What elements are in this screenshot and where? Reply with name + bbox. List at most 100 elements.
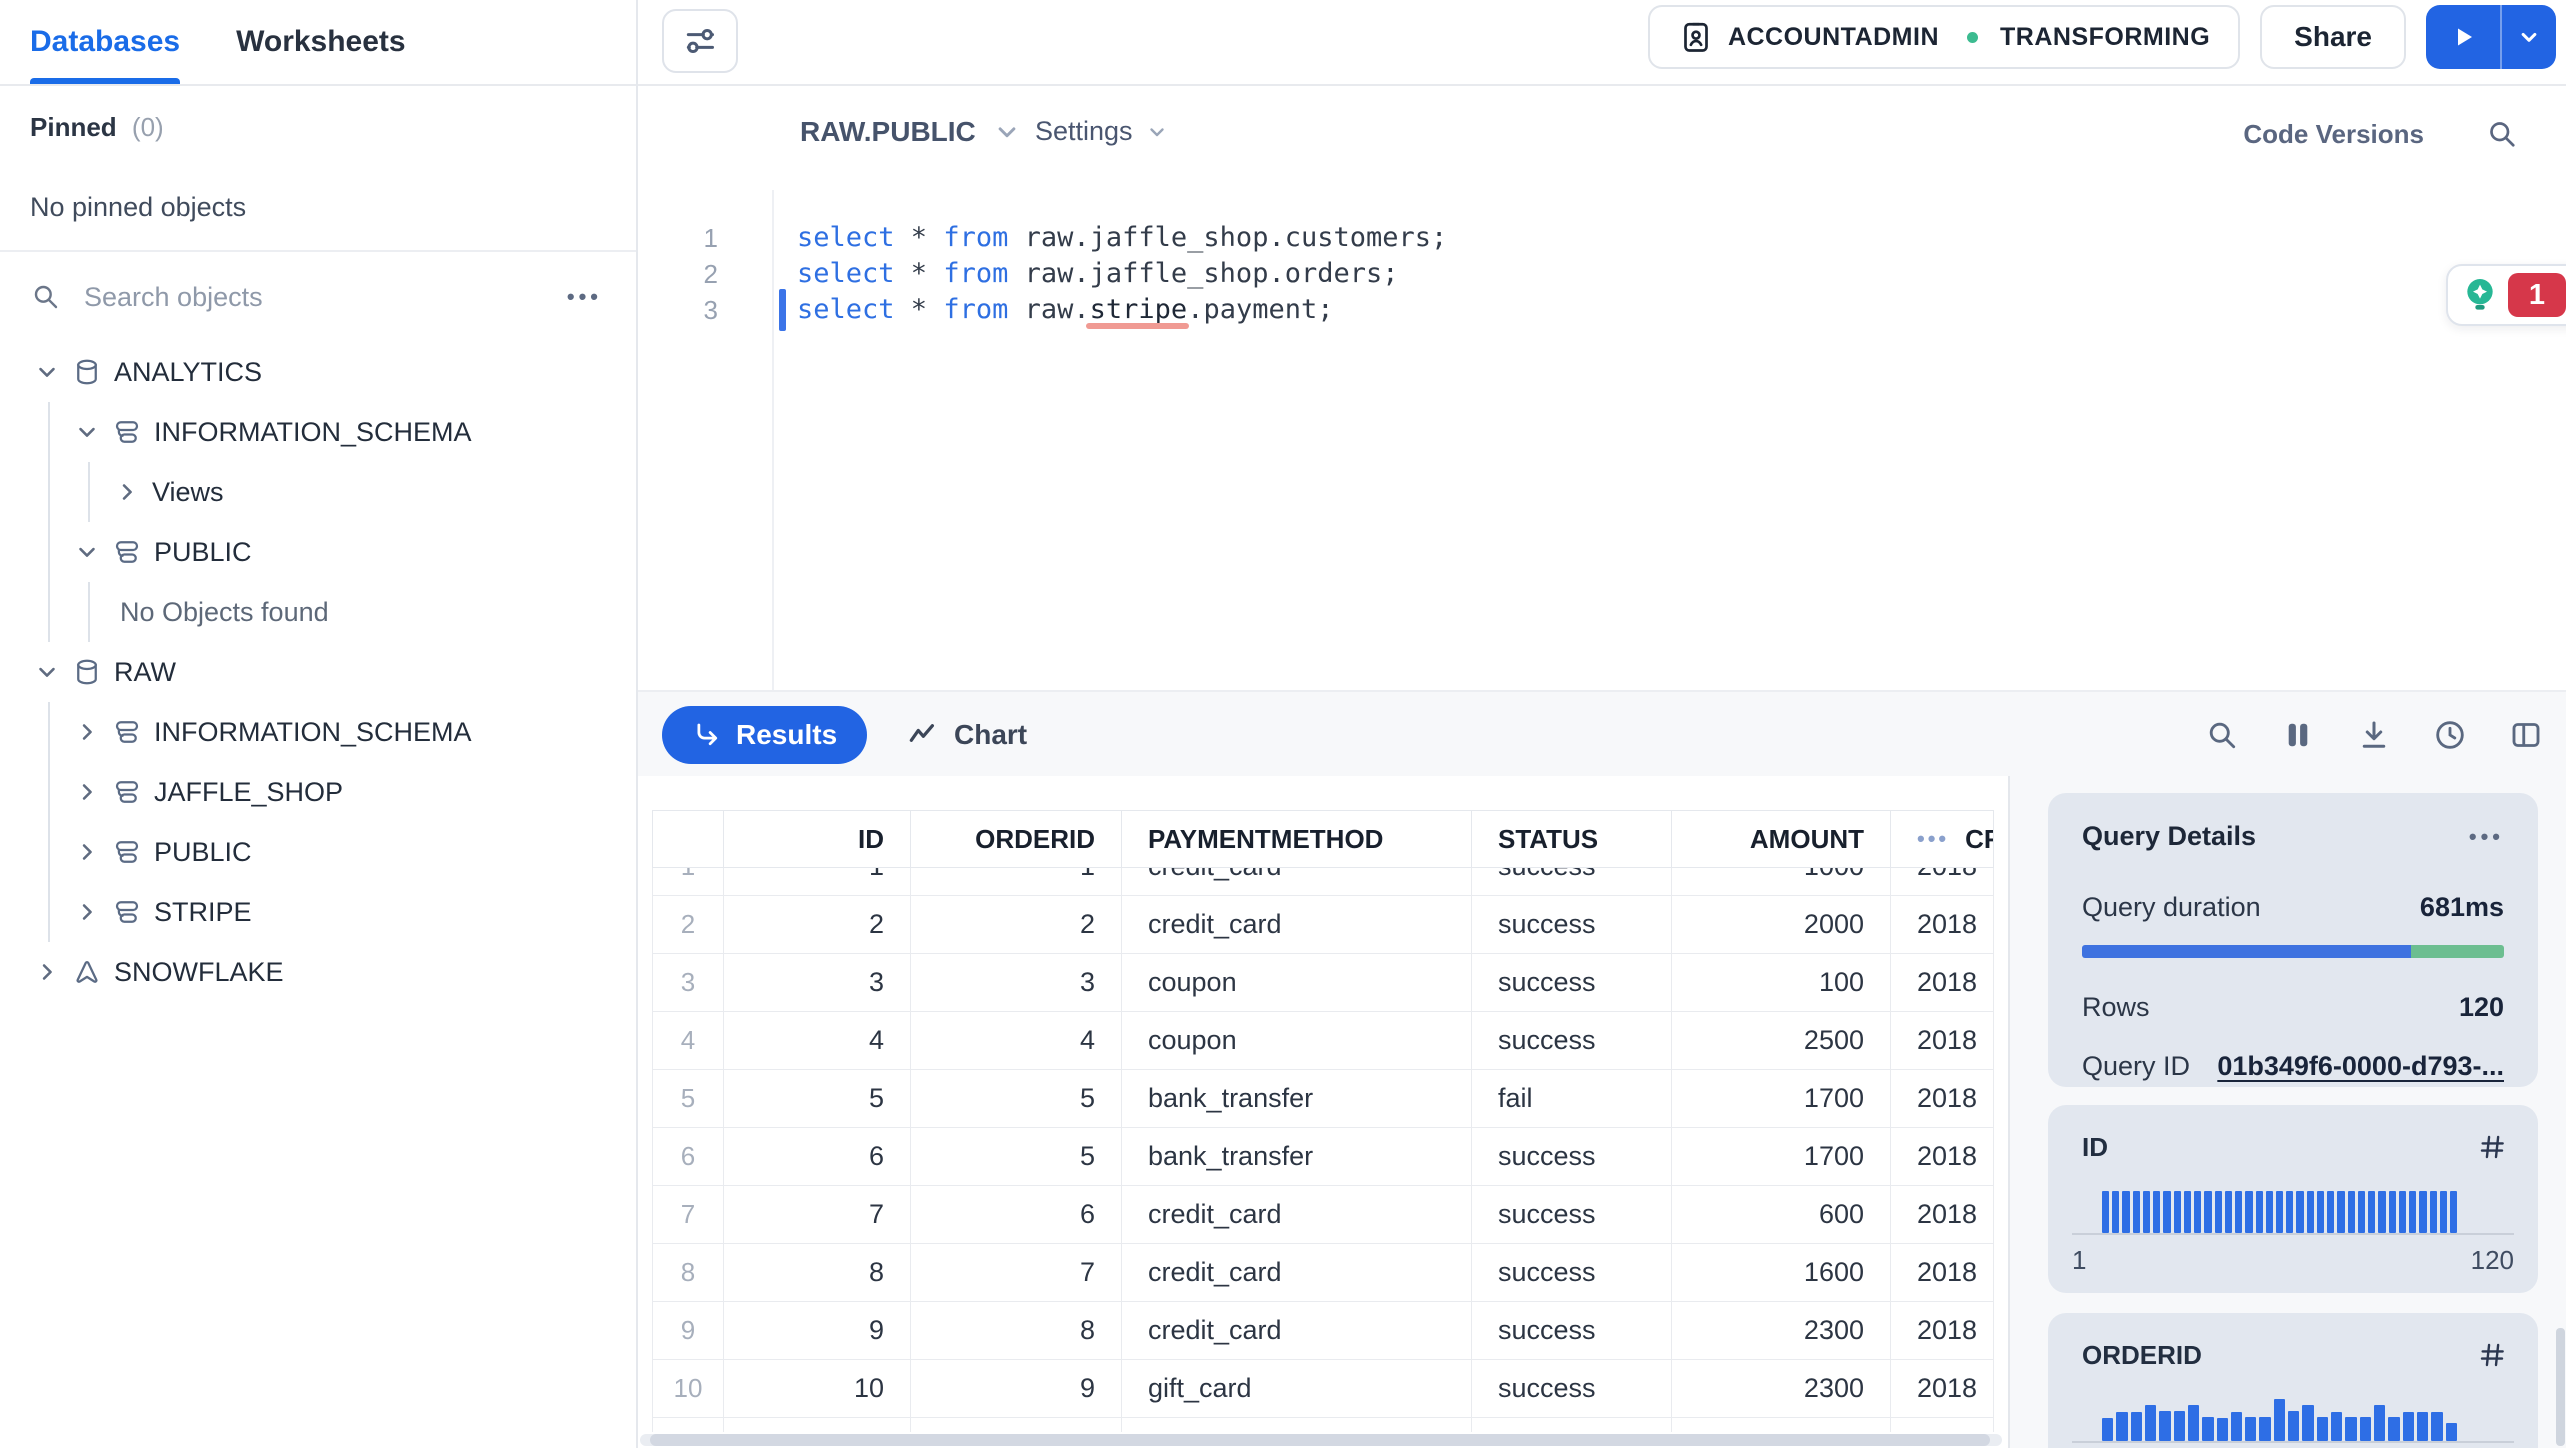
cell[interactable]: 1700 bbox=[1672, 1070, 1891, 1128]
cell[interactable]: credit_card bbox=[1122, 896, 1472, 954]
cell[interactable]: bank_transfer bbox=[1122, 1070, 1472, 1128]
column-header-orderid[interactable]: ORDERID bbox=[911, 810, 1122, 868]
tree-item-public[interactable]: PUBLIC bbox=[0, 822, 636, 882]
column-menu-icon[interactable]: ••• bbox=[1917, 811, 1949, 867]
tree-item-raw[interactable]: RAW bbox=[0, 642, 636, 702]
tree-item-stripe[interactable]: STRIPE bbox=[0, 882, 636, 942]
cell[interactable] bbox=[1891, 1418, 1994, 1432]
row-number[interactable]: 1 bbox=[652, 868, 724, 896]
cell[interactable]: success bbox=[1472, 954, 1672, 1012]
cell[interactable]: 2018 bbox=[1891, 896, 1994, 954]
cell[interactable]: gift_card bbox=[1122, 1360, 1472, 1418]
row-number[interactable]: 7 bbox=[652, 1186, 724, 1244]
row-number[interactable]: 10 bbox=[652, 1360, 724, 1418]
code-versions-button[interactable]: Code Versions bbox=[2243, 119, 2424, 150]
editor-search-button[interactable] bbox=[2484, 116, 2520, 152]
cell[interactable]: 2018 bbox=[1891, 1012, 1994, 1070]
table-row[interactable]: 2 2 2 credit_card success 2000 2018 bbox=[652, 896, 1994, 954]
cell[interactable]: 9 bbox=[911, 1360, 1122, 1418]
cell[interactable]: credit_card bbox=[1122, 1244, 1472, 1302]
cell[interactable]: coupon bbox=[1122, 954, 1472, 1012]
cell[interactable]: fail bbox=[1472, 1070, 1672, 1128]
cell[interactable]: credit_card bbox=[1122, 1302, 1472, 1360]
tree-item-views[interactable]: Views bbox=[0, 462, 636, 522]
cell[interactable]: 6 bbox=[911, 1186, 1122, 1244]
column-header-created[interactable]: •••CREATED bbox=[1891, 810, 1994, 868]
cell[interactable]: 8 bbox=[724, 1244, 911, 1302]
row-number[interactable]: 8 bbox=[652, 1244, 724, 1302]
cell[interactable]: 9 bbox=[724, 1302, 911, 1360]
vertical-scrollbar-thumb[interactable] bbox=[2556, 1328, 2565, 1446]
query-history-button[interactable] bbox=[2432, 717, 2468, 753]
hash-icon[interactable] bbox=[2476, 1339, 2508, 1371]
cell[interactable]: 2018 bbox=[1891, 1128, 1994, 1186]
cell[interactable]: success bbox=[1472, 868, 1672, 896]
cell[interactable] bbox=[724, 1418, 911, 1432]
cell[interactable]: 5 bbox=[911, 1128, 1122, 1186]
cell[interactable]: 2500 bbox=[1672, 1012, 1891, 1070]
table-row[interactable]: 8 8 7 credit_card success 1600 2018 bbox=[652, 1244, 1994, 1302]
cell[interactable]: 2018 bbox=[1891, 1244, 1994, 1302]
tree-item-analytics[interactable]: ANALYTICS bbox=[0, 342, 636, 402]
chevron-right-icon[interactable] bbox=[34, 959, 60, 985]
code-line[interactable]: 1 select * from raw.jaffle_shop.customers… bbox=[638, 220, 2566, 256]
cell[interactable]: 2018 bbox=[1891, 954, 1994, 1012]
chevron-down-icon[interactable] bbox=[74, 419, 100, 445]
cell[interactable]: bank_transfer bbox=[1122, 1128, 1472, 1186]
tree-item-snowflake[interactable]: SNOWFLAKE bbox=[0, 942, 636, 1002]
column-header-id[interactable]: ID bbox=[724, 810, 911, 868]
query-id-link[interactable]: 01b349f6-0000-d793-... bbox=[2217, 1051, 2504, 1082]
cell[interactable]: credit_card bbox=[1122, 1186, 1472, 1244]
tree-item-public[interactable]: PUBLIC bbox=[0, 522, 636, 582]
cell[interactable]: 2300 bbox=[1672, 1360, 1891, 1418]
cell[interactable]: credit_card bbox=[1122, 868, 1472, 896]
role-warehouse-selector[interactable]: ACCOUNTADMIN TRANSFORMING bbox=[1647, 5, 2241, 69]
chevron-right-icon[interactable] bbox=[74, 899, 100, 925]
tree-item-information_schema[interactable]: INFORMATION_SCHEMA bbox=[0, 402, 636, 462]
cell[interactable]: 2 bbox=[724, 896, 911, 954]
cell[interactable]: 2018 bbox=[1891, 868, 1994, 896]
query-details-menu-icon[interactable]: ••• bbox=[2469, 824, 2504, 850]
sql-editor[interactable]: 1 select * from raw.jaffle_shop.customers… bbox=[638, 190, 2566, 690]
cell[interactable]: 5 bbox=[724, 1070, 911, 1128]
column-header-paymentmethod[interactable]: PAYMENTMETHOD bbox=[1122, 810, 1472, 868]
horizontal-scrollbar[interactable] bbox=[640, 1434, 2002, 1446]
column-header-amount[interactable]: AMOUNT bbox=[1672, 810, 1891, 868]
cell[interactable]: 1700 bbox=[1672, 1128, 1891, 1186]
cell[interactable]: 7 bbox=[911, 1244, 1122, 1302]
tree-item-jaffle_shop[interactable]: JAFFLE_SHOP bbox=[0, 762, 636, 822]
cell[interactable]: 1 bbox=[911, 868, 1122, 896]
chevron-right-icon[interactable] bbox=[74, 719, 100, 745]
horizontal-scrollbar-thumb[interactable] bbox=[650, 1434, 1990, 1446]
table-row[interactable]: 4 4 4 coupon success 2500 2018 bbox=[652, 1012, 1994, 1070]
tab-chart[interactable]: Chart bbox=[900, 706, 1033, 764]
chevron-down-icon[interactable] bbox=[74, 539, 100, 565]
run-button[interactable] bbox=[2426, 5, 2500, 69]
cell[interactable]: 100 bbox=[1672, 954, 1891, 1012]
columns-button[interactable] bbox=[2280, 717, 2316, 753]
cell[interactable]: 6 bbox=[724, 1128, 911, 1186]
split-panel-button[interactable] bbox=[2508, 717, 2544, 753]
cell[interactable]: 8 bbox=[911, 1302, 1122, 1360]
cell[interactable]: success bbox=[1472, 1128, 1672, 1186]
row-number[interactable]: 4 bbox=[652, 1012, 724, 1070]
cell[interactable]: 2018 bbox=[1891, 1186, 1994, 1244]
cell[interactable]: success bbox=[1472, 1244, 1672, 1302]
cell[interactable]: 2000 bbox=[1672, 896, 1891, 954]
sidebar-menu-icon[interactable]: ••• bbox=[567, 284, 602, 310]
cell[interactable]: 2 bbox=[911, 896, 1122, 954]
worksheet-options-button[interactable] bbox=[662, 9, 738, 73]
cell[interactable]: success bbox=[1472, 1186, 1672, 1244]
cell[interactable]: success bbox=[1472, 1012, 1672, 1070]
chevron-right-icon[interactable] bbox=[74, 839, 100, 865]
cell[interactable] bbox=[911, 1418, 1122, 1432]
table-row[interactable]: 9 9 8 credit_card success 2300 2018 bbox=[652, 1302, 1994, 1360]
chevron-right-icon[interactable] bbox=[74, 779, 100, 805]
database-schema-selector[interactable]: RAW.PUBLIC bbox=[800, 116, 1022, 148]
table-row[interactable]: 6 6 5 bank_transfer success 1700 2018 bbox=[652, 1128, 1994, 1186]
chevron-right-icon[interactable] bbox=[114, 479, 140, 505]
cell[interactable]: 3 bbox=[724, 954, 911, 1012]
cell[interactable]: 1600 bbox=[1672, 1244, 1891, 1302]
tab-databases[interactable]: Databases bbox=[30, 0, 181, 84]
cell[interactable]: success bbox=[1472, 1360, 1672, 1418]
